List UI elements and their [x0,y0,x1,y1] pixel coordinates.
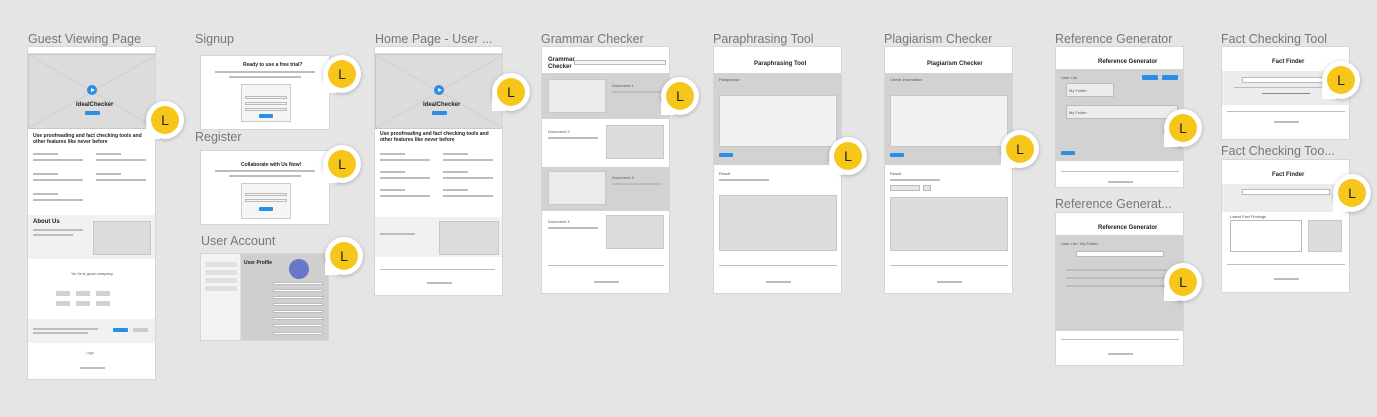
avatar[interactable]: L [1322,61,1360,99]
avatar-letter: L [497,78,525,106]
frame-title-register[interactable]: Register [195,130,295,144]
register-heading: Collaborate with Us Now! [241,162,302,168]
doc-1-label: Document 1 [612,83,634,88]
reference-generator-frame[interactable]: Reference Generator User List My Folder … [1055,46,1184,188]
plagiarism-heading: Plagiarism Checker [927,61,983,67]
signup-frame[interactable]: Ready to use a free trial? [200,55,330,130]
frame-title-user-account[interactable]: User Account [201,234,321,248]
avatar-letter: L [330,242,358,270]
avatar-letter: L [1006,135,1034,163]
avatar-letter: L [1338,179,1366,207]
frame-title-home-user[interactable]: Home Page - User ... [375,32,500,46]
about-us-heading: About Us [33,219,60,225]
paraphrase-label: Paraphrase [719,77,740,82]
avatar[interactable]: L [325,237,363,275]
grammar-checker-frame[interactable]: Grammar Checker Document 1 Document 2 Do… [541,46,670,294]
paraphrasing-frame[interactable]: Paraphrasing Tool Paraphrase Result [713,46,842,294]
avatar-letter: L [1169,268,1197,296]
hero-text: Use proofreading and fact checking tools… [380,131,489,143]
avatar[interactable]: L [323,145,361,183]
result-label: Result [719,171,731,176]
doc-4-label: Document 4 [548,219,570,224]
avatar[interactable]: L [1164,109,1202,147]
avatar-letter: L [1169,114,1197,142]
user-profile-heading: User Profile [244,260,273,266]
app-name: IdealChecker [423,102,461,108]
frame-title-fact-checking-2[interactable]: Fact Checking Too... [1221,144,1351,158]
frame-title-signup[interactable]: Signup [195,32,295,46]
frame-title-plagiarism[interactable]: Plagiarism Checker [884,32,1014,46]
paraphrasing-heading: Paraphrasing Tool [754,61,807,67]
fact-finder-heading: Fact Finder [1272,59,1305,65]
folder-2[interactable]: My Folder [1069,110,1087,115]
avatar-letter: L [328,150,356,178]
hero-text: Use proofreading and fact checking tools… [33,133,142,145]
user-list-path: User List / My Folder [1061,241,1098,246]
frame-title-reference-2[interactable]: Reference Generat... [1055,197,1185,211]
fact-finder-heading-2: Fact Finder [1272,172,1305,178]
doc-3-label: Document 3 [612,175,634,180]
signup-heading: Ready to use a free trial? [243,62,303,68]
avatar[interactable]: L [1001,130,1039,168]
play-icon[interactable] [87,85,97,95]
avatar[interactable]: L [323,55,361,93]
avatar-letter: L [328,60,356,88]
fact-checking-2-frame[interactable]: Fact Finder Latest Fact Findings [1221,159,1350,293]
reference-heading-2: Reference Generator [1098,225,1158,231]
profile-avatar[interactable] [289,259,309,279]
frame-title-reference[interactable]: Reference Generator [1055,32,1185,46]
footer-logo[interactable]: Logo [86,351,94,355]
result-label: Result [890,171,902,176]
frame-title-grammar[interactable]: Grammar Checker [541,32,671,46]
folder-1[interactable]: My Folder [1069,88,1087,93]
avatar[interactable]: L [661,77,699,115]
frame-title-guest[interactable]: Guest Viewing Page [28,32,168,46]
reference-heading: Reference Generator [1098,59,1158,65]
avatar[interactable]: L [1333,174,1371,212]
avatar[interactable]: L [492,73,530,111]
doc-2-label: Document 2 [548,129,570,134]
avatar[interactable]: L [829,137,867,175]
avatar-letter: L [834,142,862,170]
avatar[interactable]: L [146,101,184,139]
play-icon[interactable] [434,85,444,95]
app-name: IdealChecker [76,102,114,108]
latest-findings-label: Latest Fact Findings [1230,214,1267,219]
avatar-letter: L [666,82,694,110]
avatar[interactable]: L [1164,263,1202,301]
guest-viewing-frame[interactable]: IdealChecker Use proofreading and fact c… [27,46,156,380]
user-list-label: User List [1061,75,1077,80]
frame-title-fact-checking[interactable]: Fact Checking Tool [1221,32,1351,46]
frame-title-paraphrasing[interactable]: Paraphrasing Tool [713,32,843,46]
check-info-label: Check Information [890,77,923,82]
plagiarism-frame[interactable]: Plagiarism Checker Check Information Res… [884,46,1013,294]
register-frame[interactable]: Collaborate with Us Now! [200,150,330,225]
user-account-frame[interactable]: User Profile [200,253,329,341]
avatar-letter: L [1327,66,1355,94]
avatar-letter: L [151,106,179,134]
company-text: Ya-Ya is good company [71,271,113,276]
home-user-frame[interactable]: IdealChecker Use proofreading and fact c… [374,46,503,296]
